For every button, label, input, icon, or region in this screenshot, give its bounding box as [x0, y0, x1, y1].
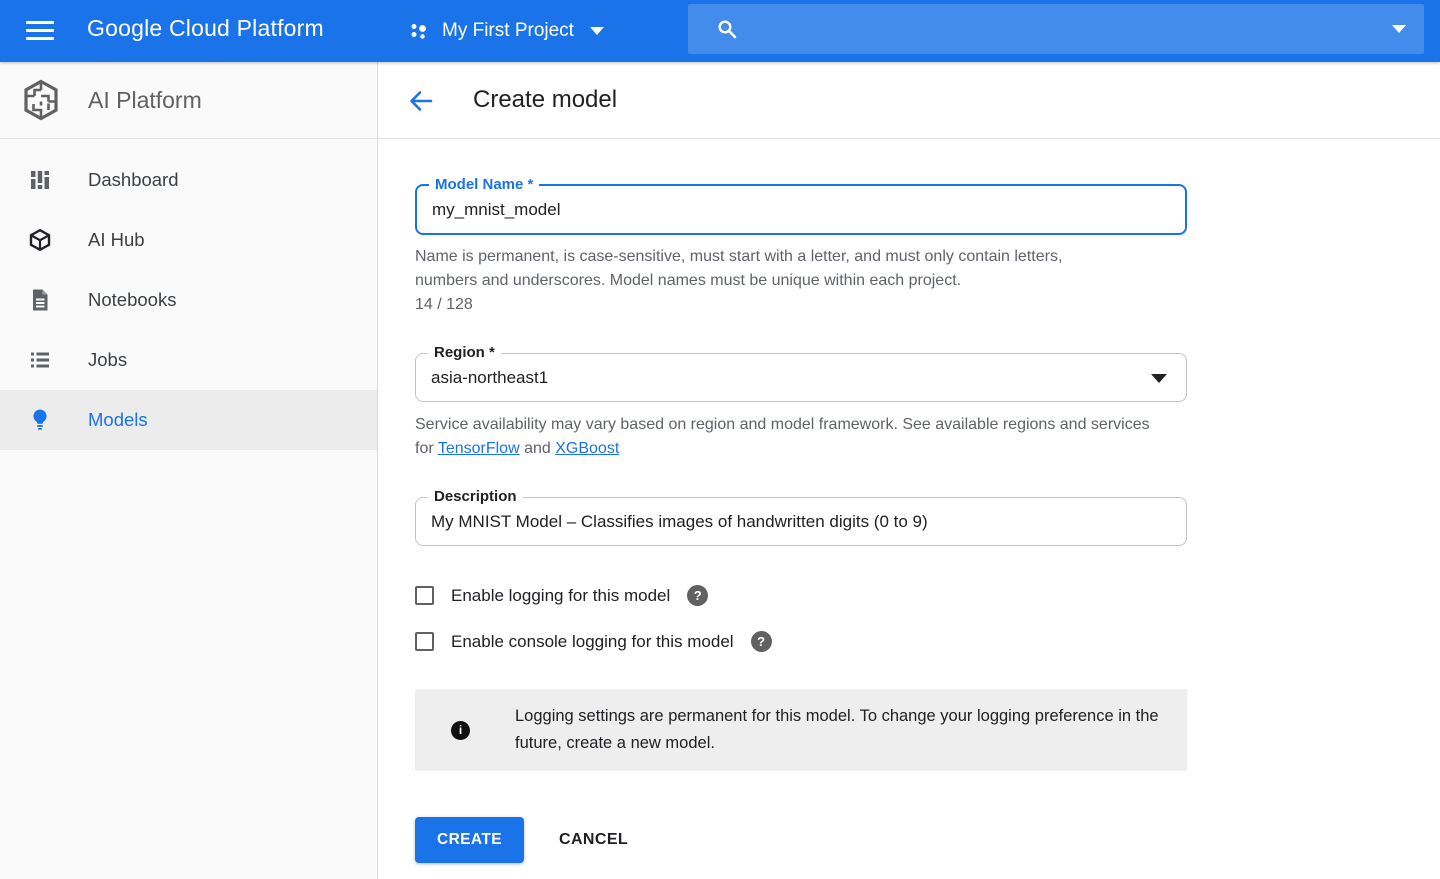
project-selector[interactable]: My First Project — [408, 0, 604, 62]
sidebar-item-label: Dashboard — [88, 169, 179, 191]
select-caret-icon — [1151, 374, 1167, 383]
project-name: My First Project — [442, 20, 574, 42]
sidebar: AI Platform Dashboard AI Hub — [0, 62, 378, 879]
logging-info-text: Logging settings are permanent for this … — [515, 703, 1160, 757]
enable-console-logging-label: Enable console logging for this model — [451, 632, 734, 652]
lightbulb-icon — [27, 408, 53, 432]
sidebar-item-models[interactable]: Models — [0, 390, 377, 450]
info-icon: i — [451, 721, 470, 740]
model-name-label: Model Name * — [429, 176, 539, 194]
xgboost-link[interactable]: XGBoost — [555, 440, 619, 457]
sidebar-item-jobs[interactable]: Jobs — [0, 330, 377, 390]
page-header: Create model — [378, 62, 1440, 139]
description-field[interactable]: Description — [415, 497, 1187, 546]
region-label: Region * — [428, 344, 501, 362]
search-dropdown-caret-icon[interactable] — [1392, 25, 1406, 33]
create-model-form: Model Name * Name is permanent, is case-… — [378, 184, 1440, 863]
main-content: Create model Model Name * Name is perman… — [378, 62, 1440, 879]
sidebar-item-label: Models — [88, 409, 148, 431]
help-icon[interactable]: ? — [687, 585, 708, 606]
enable-logging-row: Enable logging for this model ? — [415, 585, 1440, 606]
chevron-down-icon — [590, 27, 604, 35]
project-icon — [408, 21, 429, 42]
description-label: Description — [428, 488, 523, 506]
region-selected-value: asia-northeast1 — [416, 354, 1186, 401]
form-actions: CREATE CANCEL — [415, 817, 1440, 863]
search-input[interactable] — [752, 19, 1392, 39]
region-helper-text: Service availability may vary based on r… — [415, 413, 1163, 461]
region-select[interactable]: Region * asia-northeast1 — [415, 353, 1187, 402]
ai-platform-logo-icon — [18, 78, 64, 122]
model-name-field[interactable]: Model Name * — [415, 184, 1187, 235]
enable-console-logging-row: Enable console logging for this model ? — [415, 631, 1440, 652]
back-arrow-icon[interactable] — [407, 88, 434, 119]
model-name-helper-text: Name is permanent, is case-sensitive, mu… — [415, 245, 1115, 293]
jobs-icon — [27, 348, 53, 372]
notebooks-icon — [27, 288, 53, 312]
dashboard-icon — [27, 168, 53, 192]
search-bar[interactable] — [688, 4, 1424, 54]
sidebar-item-label: Jobs — [88, 349, 127, 371]
sidebar-header: AI Platform — [0, 62, 377, 139]
enable-console-logging-checkbox[interactable] — [415, 632, 434, 651]
enable-logging-label: Enable logging for this model — [451, 586, 670, 606]
description-input[interactable] — [416, 498, 1186, 545]
logging-info-banner: i Logging settings are permanent for thi… — [415, 689, 1187, 771]
sidebar-nav: Dashboard AI Hub Notebook — [0, 150, 377, 450]
enable-logging-checkbox[interactable] — [415, 586, 434, 605]
sidebar-title: AI Platform — [88, 87, 202, 114]
app-title: Google Cloud Platform — [87, 15, 324, 42]
sidebar-item-notebooks[interactable]: Notebooks — [0, 270, 377, 330]
page-title: Create model — [473, 86, 617, 114]
cancel-button[interactable]: CANCEL — [559, 831, 628, 849]
help-icon[interactable]: ? — [751, 631, 772, 652]
hamburger-menu-icon[interactable] — [26, 21, 54, 41]
sidebar-item-label: AI Hub — [88, 229, 145, 251]
sidebar-item-label: Notebooks — [88, 289, 176, 311]
create-button[interactable]: CREATE — [415, 817, 524, 863]
sidebar-item-dashboard[interactable]: Dashboard — [0, 150, 377, 210]
tensorflow-link[interactable]: TensorFlow — [438, 440, 520, 457]
sidebar-item-ai-hub[interactable]: AI Hub — [0, 210, 377, 270]
search-icon — [716, 18, 738, 40]
ai-hub-icon — [27, 228, 53, 252]
topbar: Google Cloud Platform My First Project — [0, 0, 1440, 62]
region-helper-mid: and — [520, 440, 556, 457]
character-counter: 14 / 128 — [415, 293, 1440, 317]
